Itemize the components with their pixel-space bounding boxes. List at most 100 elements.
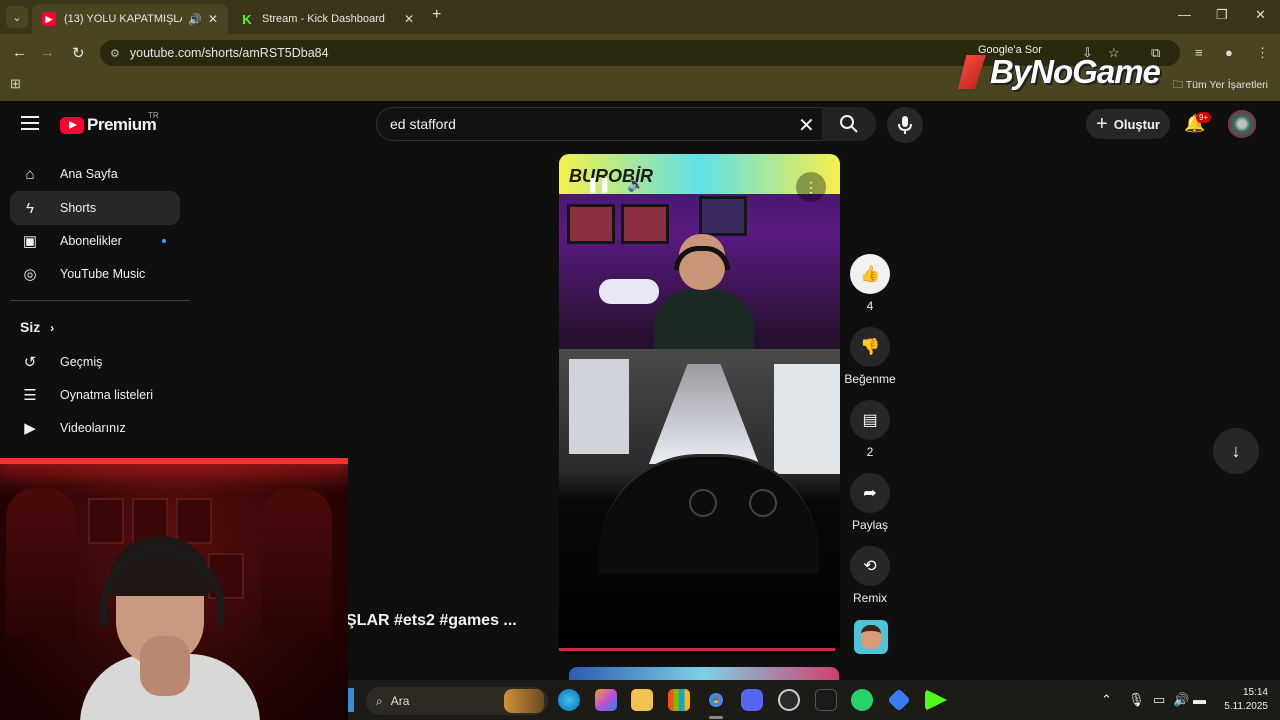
tab-close-icon[interactable]: ✕ (404, 12, 414, 26)
mic-tray-icon[interactable]: 🎙 (1128, 692, 1145, 708)
music-icon: ◎ (23, 266, 37, 283)
tab-title: (13) YOLU KAPATMIŞLAR #e (64, 13, 182, 25)
profile-icon[interactable]: ● (1225, 45, 1233, 60)
youtube-logo[interactable]: Premium TR (60, 111, 159, 135)
new-tab-icon[interactable]: + (432, 6, 441, 24)
gameplay-gauge (689, 489, 717, 517)
youtube-play-icon (60, 116, 84, 134)
browser-menu-icon[interactable]: ⋮ (1256, 45, 1269, 61)
comment-icon[interactable]: ▤ (850, 400, 890, 440)
next-short-arrow-icon[interactable]: ↓ (1213, 428, 1259, 474)
channel-avatar[interactable] (854, 620, 888, 654)
network-icon[interactable]: ▭ (1153, 692, 1165, 708)
forward-icon[interactable]: → (40, 44, 55, 61)
copilot-icon[interactable] (595, 689, 617, 711)
volume-icon[interactable]: 🔈 (627, 176, 644, 193)
media-control-icon[interactable]: ≡ (1195, 45, 1203, 60)
sidebar-item-home[interactable]: ⌂ Ana Sayfa (10, 157, 180, 191)
site-info-icon[interactable]: ⚙ (110, 47, 120, 60)
playlist-icon: ☰ (23, 387, 37, 404)
share-label: Paylaş (851, 518, 889, 532)
youtube-favicon-icon: ▶ (42, 12, 56, 26)
tab-search-button[interactable]: ⌄ (6, 6, 28, 28)
country-code: TR (148, 111, 159, 120)
you-label: Siz (20, 319, 41, 335)
chrome-icon[interactable] (705, 689, 727, 711)
subscriptions-icon: ▣ (22, 233, 38, 250)
account-avatar[interactable] (1228, 110, 1256, 138)
menu-icon[interactable] (21, 116, 39, 134)
battery-icon[interactable]: ▬ (1193, 692, 1206, 707)
store-icon[interactable] (668, 689, 690, 711)
sidebar-item-your-videos[interactable]: ▶ Videolarınız (10, 411, 180, 445)
taskbar-search-placeholder: Ara (390, 694, 410, 708)
tab-youtube[interactable]: ▶ (13) YOLU KAPATMIŞLAR #e 🔊 ✕ (32, 4, 228, 34)
remix-action[interactable]: ⟲ Remix (850, 546, 891, 605)
remix-icon[interactable]: ⟲ (850, 546, 890, 586)
sidebar-item-label: Ana Sayfa (60, 167, 118, 181)
wall-frame (567, 204, 615, 244)
history-icon: ↺ (23, 354, 37, 371)
sidebar-item-shorts[interactable]: ϟ Shorts (10, 191, 180, 225)
create-button[interactable]: + Oluştur (1086, 109, 1170, 139)
minimize-icon[interactable]: — (1178, 7, 1191, 22)
youtube-logo-word: Premium (87, 115, 157, 134)
chevron-right-icon: › (50, 321, 55, 335)
pause-icon[interactable]: ❚❚ (587, 176, 610, 193)
new-content-dot (162, 239, 166, 243)
comment-count: 2 (866, 445, 874, 459)
voice-search-button[interactable] (887, 107, 923, 143)
search-icon (840, 115, 858, 133)
volume-tray-icon[interactable]: 🔊 (1173, 692, 1189, 708)
file-explorer-icon[interactable] (631, 689, 653, 711)
all-bookmarks-button[interactable]: 🗀 Tüm Yer İşaretleri (1172, 77, 1268, 95)
system-clock[interactable]: 15:14 5.11.2025 (1216, 686, 1268, 714)
like-icon[interactable]: 👍 (850, 254, 890, 294)
more-options-icon[interactable]: ⋮ (796, 172, 826, 202)
terminal-icon[interactable] (815, 689, 837, 711)
dislike-icon[interactable]: 👎 (850, 327, 890, 367)
sidebar-item-label: Oynatma listeleri (60, 388, 154, 402)
kick-favicon-icon: K (242, 11, 252, 27)
sidebar-item-label: Videolarınız (60, 421, 126, 435)
sidebar-item-playlists[interactable]: ☰ Oynatma listeleri (10, 378, 180, 412)
chevron-up-icon[interactable]: ⌃ (1101, 692, 1112, 708)
short-video-player[interactable]: BUROBİR ❚❚ 🔈 ⋮ (559, 154, 840, 654)
sidebar-item-label: Abonelikler (60, 234, 122, 248)
video-progress-bar[interactable] (559, 648, 835, 651)
bynogame-mark-icon (958, 55, 986, 89)
folder-icon: 🗀 (1172, 79, 1183, 91)
start-icon[interactable] (348, 688, 354, 712)
dislike-action[interactable]: 👎 Beğenme (844, 327, 896, 386)
plus-icon: + (1096, 112, 1108, 135)
clear-search-icon[interactable]: ✕ (798, 113, 815, 138)
share-icon[interactable]: ➦ (850, 473, 890, 513)
bynogame-logo-text: ByNoGame (990, 53, 1161, 90)
sidebar-item-subscriptions[interactable]: ▣ Abonelikler (10, 224, 180, 258)
short-title[interactable]: ŞLAR #ets2 #games ... (346, 612, 517, 630)
sidebar-item-music[interactable]: ◎ YouTube Music (10, 257, 180, 291)
window-close-icon[interactable]: ✕ (1255, 7, 1266, 23)
discord-icon[interactable] (741, 689, 763, 711)
tab-audio-icon[interactable]: 🔊 (188, 13, 202, 26)
edge-icon[interactable] (558, 689, 580, 711)
like-action[interactable]: 👍 4 (850, 254, 891, 313)
like-count: 4 (866, 299, 874, 313)
comments-action[interactable]: ▤ 2 (850, 400, 891, 459)
share-action[interactable]: ➦ Paylaş (850, 473, 891, 532)
back-icon[interactable]: ← (12, 44, 27, 61)
tab-kick[interactable]: K Stream - Kick Dashboard ✕ (230, 4, 424, 34)
sidebar-item-history[interactable]: ↺ Geçmiş (10, 345, 180, 379)
sidebar-you-heading[interactable]: Siz › (20, 319, 54, 335)
maximize-icon[interactable]: ❐ (1216, 7, 1228, 23)
search-button[interactable] (822, 107, 876, 141)
reload-icon[interactable]: ↻ (72, 44, 85, 62)
whatsapp-icon[interactable] (851, 689, 873, 711)
apps-icon[interactable]: ⊞ (10, 76, 21, 92)
dislike-label: Beğenme (844, 372, 896, 386)
search-input[interactable]: ed stafford (376, 107, 830, 141)
taskbar-search[interactable]: ⌕ Ara (366, 687, 548, 715)
url-text: youtube.com/shorts/amRST5Dba84 (129, 46, 329, 60)
obs-icon[interactable] (778, 689, 800, 711)
tab-close-icon[interactable]: ✕ (208, 12, 218, 26)
